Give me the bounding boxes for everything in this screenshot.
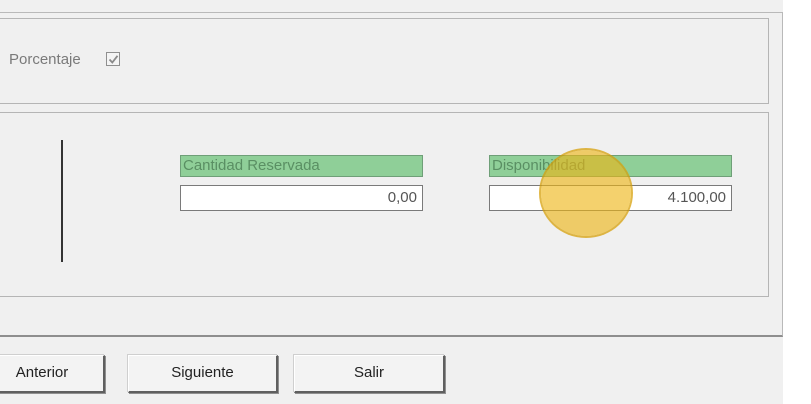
reserved-quantity-field[interactable]: 0,00	[180, 185, 423, 211]
checkmark-icon	[108, 55, 119, 64]
window-background-edge	[783, 0, 811, 404]
next-button-label: Siguiente	[171, 364, 234, 381]
exit-button-label: Salir	[353, 364, 384, 381]
availability-label: Disponibilidad	[489, 155, 732, 177]
percentage-label: Porcentaje	[9, 51, 81, 68]
percentage-checkbox[interactable]	[106, 52, 120, 66]
exit-button[interactable]: Salir	[294, 355, 445, 393]
vertical-divider	[61, 140, 63, 262]
next-button[interactable]: Siguiente	[128, 355, 278, 393]
dialog-window: Porcentaje Cantidad Reservada 0,00 Dispo…	[0, 0, 783, 404]
previous-button[interactable]: Anterior	[0, 355, 105, 393]
availability-field[interactable]: 4.100,00	[489, 185, 732, 211]
reserved-quantity-label: Cantidad Reservada	[180, 155, 423, 177]
previous-button-label: Anterior	[15, 364, 69, 381]
